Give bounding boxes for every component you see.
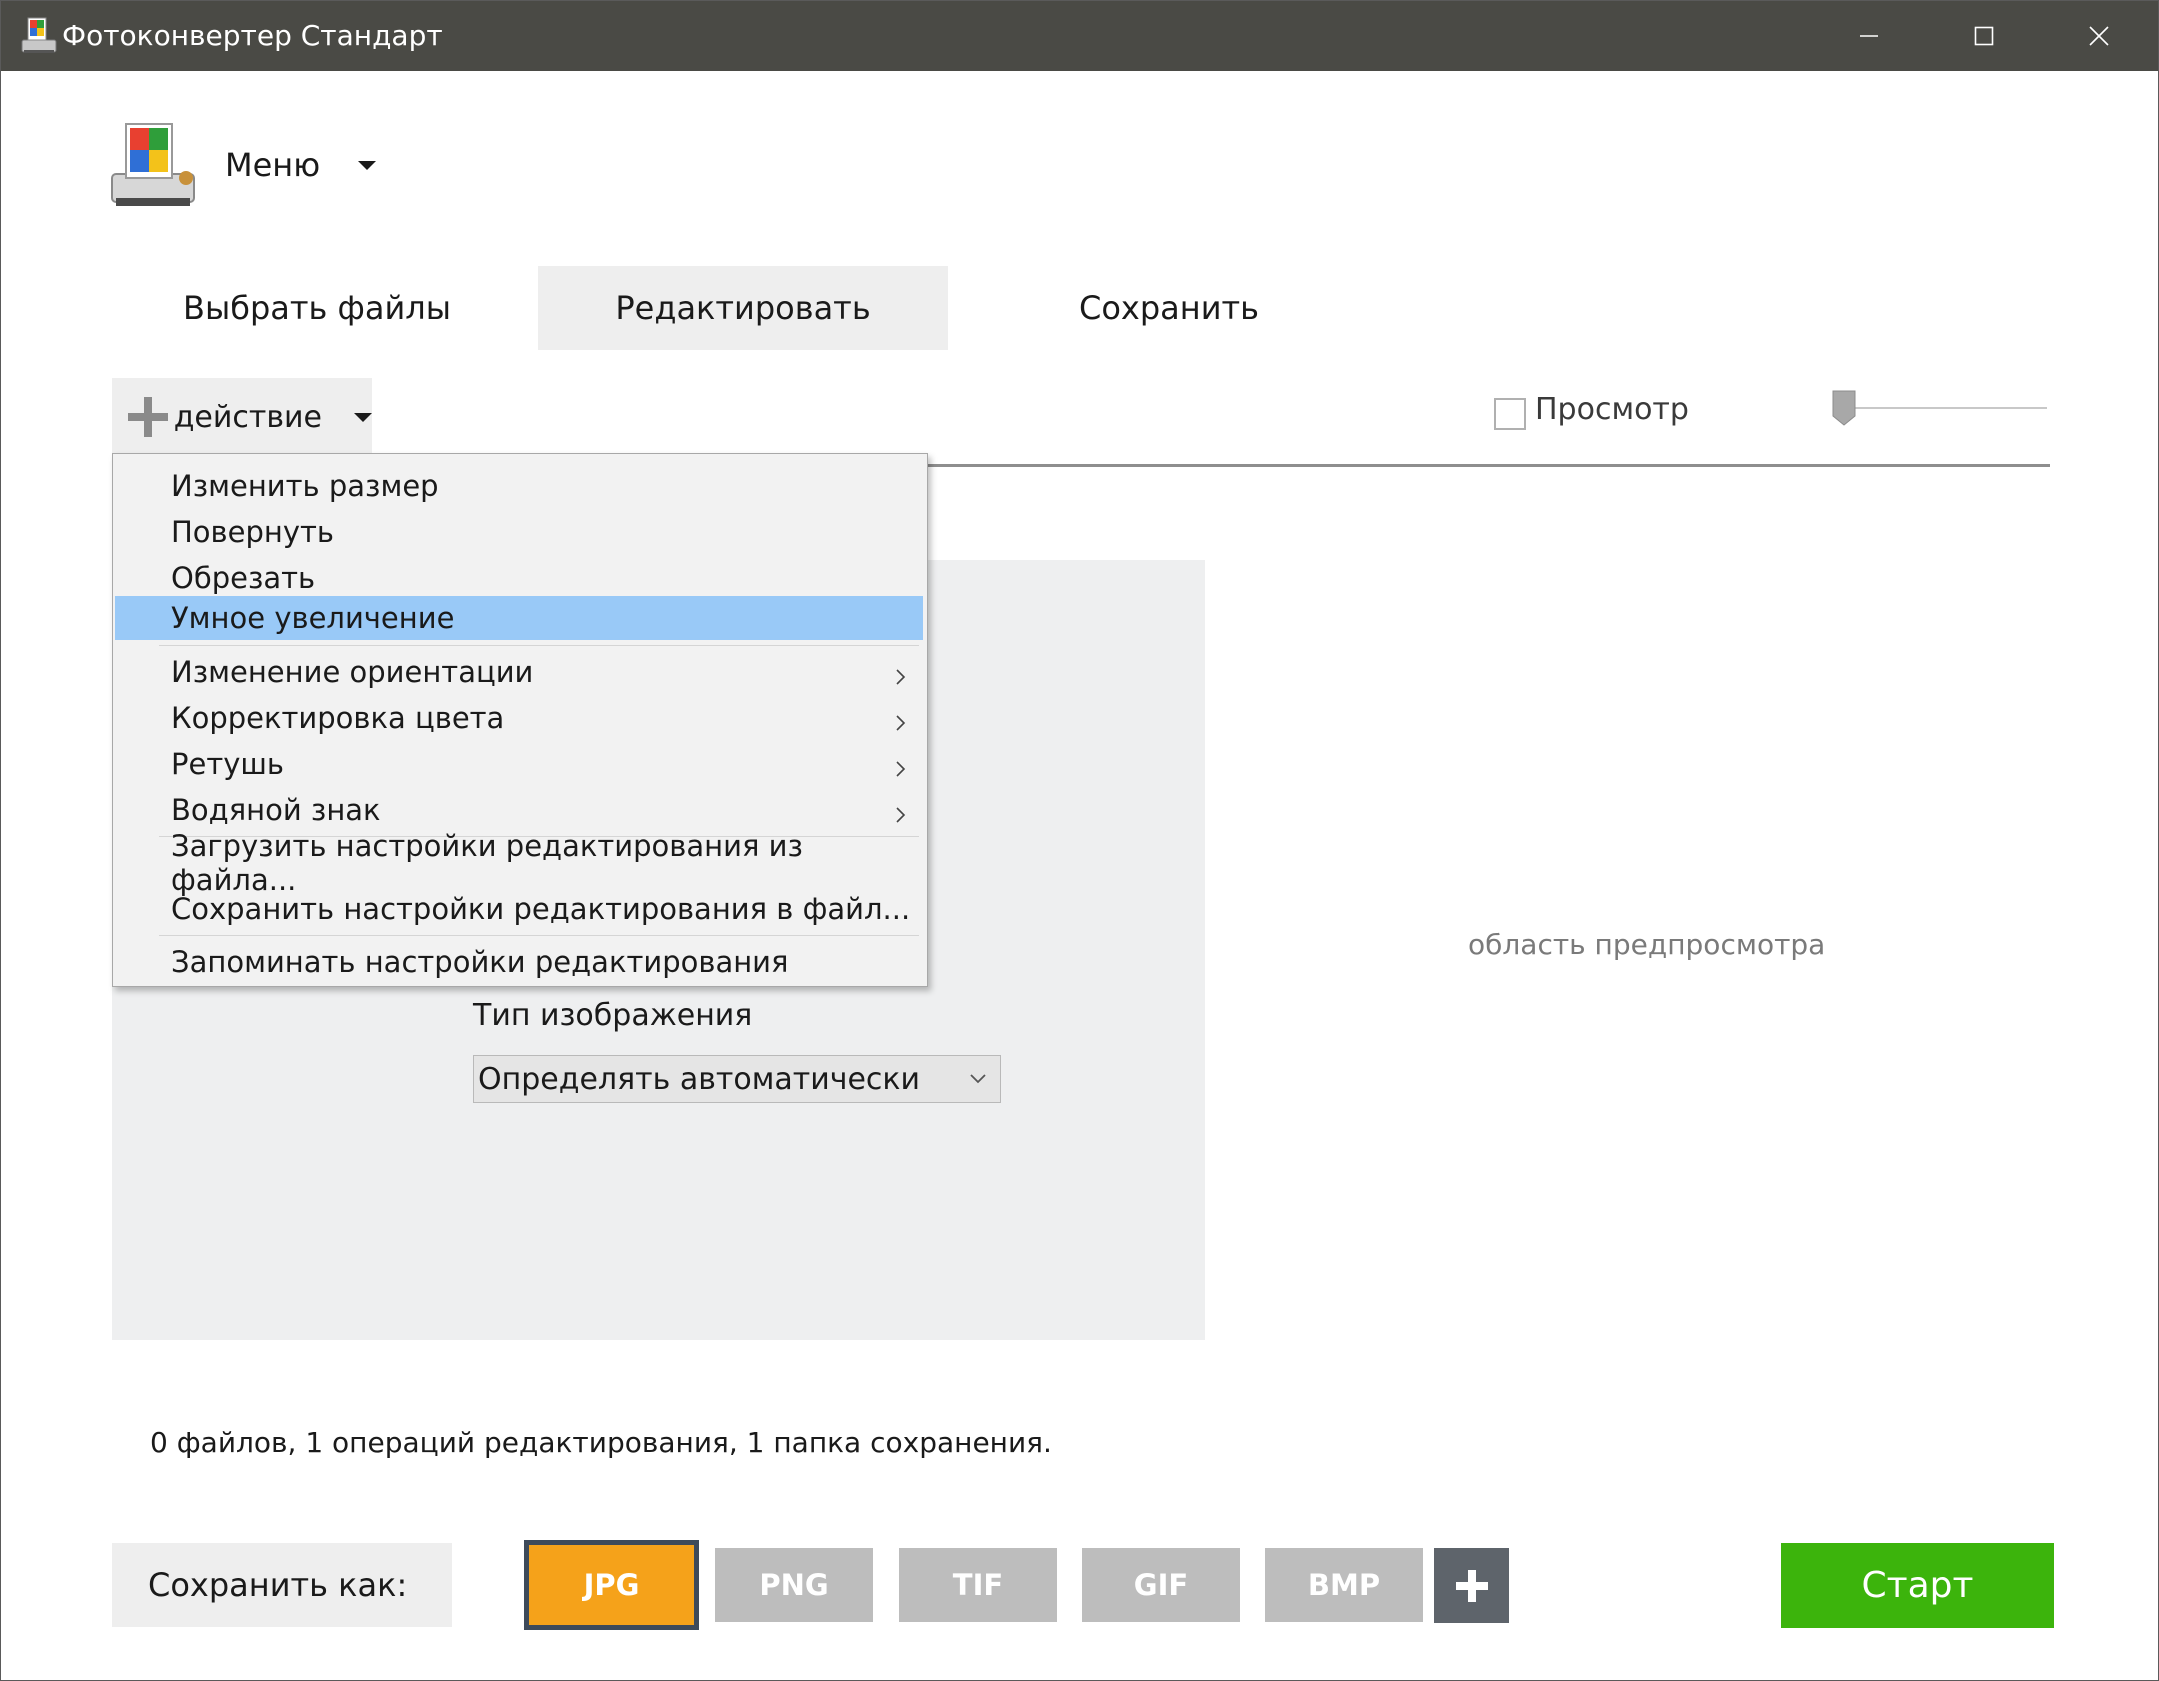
add-action-button[interactable]: действие [112, 378, 372, 456]
plus-icon [128, 397, 168, 437]
app-icon [20, 14, 58, 56]
menu-item-remember-settings[interactable]: Запоминать настройки редактирования [115, 940, 923, 984]
tab-save[interactable]: Сохранить [964, 266, 1374, 350]
start-button[interactable]: Старт [1781, 1543, 2054, 1628]
chevron-down-icon [966, 1066, 990, 1090]
menu-item-retouch[interactable]: Ретушь [115, 742, 923, 786]
chevron-right-icon [891, 799, 911, 823]
menu-item-label: Корректировка цвета [171, 701, 505, 735]
main-menu-label: Меню [225, 146, 321, 184]
menu-item-label: Водяной знак [171, 793, 381, 827]
menu-item-label: Ретушь [171, 747, 285, 781]
menu-item-label: Изменить размер [171, 469, 439, 503]
menu-item-orientation[interactable]: Изменение ориентации [115, 650, 923, 694]
menu-item-label: Повернуть [171, 515, 334, 549]
chevron-right-icon [891, 753, 911, 777]
menu-item-label: Запоминать настройки редактирования [171, 945, 789, 979]
preview-area-placeholder: область предпросмотра [1468, 928, 1826, 961]
window-title: Фотоконвертер Стандарт [62, 19, 443, 52]
image-type-label: Тип изображения [473, 998, 753, 1033]
add-format-button[interactable] [1434, 1548, 1509, 1623]
format-jpg-button[interactable]: JPG [524, 1540, 699, 1630]
menu-item-watermark[interactable]: Водяной знак [115, 788, 923, 832]
image-type-value: Определять автоматически [478, 1061, 921, 1097]
menu-item-rotate[interactable]: Повернуть [115, 510, 923, 554]
menu-separator [159, 935, 919, 936]
menu-item-color-correction[interactable]: Корректировка цвета [115, 696, 923, 740]
menu-separator [159, 645, 919, 646]
format-tif-button[interactable]: TIF [899, 1548, 1057, 1622]
app-logo [108, 118, 198, 210]
add-action-label: действие [173, 399, 322, 435]
menu-item-crop[interactable]: Обрезать [115, 556, 923, 600]
zoom-slider-track[interactable] [1845, 407, 2047, 409]
chevron-down-icon [354, 412, 372, 422]
save-as-label: Сохранить как: [148, 1566, 408, 1604]
minimize-button[interactable] [1811, 0, 1926, 71]
menu-item-load-settings[interactable]: Загрузить настройки редактирования из фа… [115, 829, 923, 897]
main-menu-button[interactable]: Меню [225, 130, 377, 200]
maximize-button[interactable] [1926, 0, 2041, 71]
status-text: 0 файлов, 1 операций редактирования, 1 п… [150, 1426, 1052, 1459]
menu-item-label: Умное увеличение [171, 601, 455, 635]
format-png-button[interactable]: PNG [715, 1548, 873, 1622]
chevron-down-icon [358, 160, 377, 170]
zoom-slider-thumb[interactable] [1832, 390, 1856, 426]
menu-item-label: Изменение ориентации [171, 655, 534, 689]
image-type-select[interactable]: Определять автоматически [473, 1055, 1001, 1103]
format-bmp-button[interactable]: BMP [1265, 1548, 1423, 1622]
chevron-right-icon [891, 707, 911, 731]
menu-item-label: Сохранить настройки редактирования в фай… [171, 892, 911, 926]
save-as-label-box: Сохранить как: [112, 1543, 452, 1627]
title-bar: Фотоконвертер Стандарт [0, 0, 2159, 71]
menu-item-label: Обрезать [171, 561, 316, 595]
tab-select-files[interactable]: Выбрать файлы [112, 266, 522, 350]
chevron-right-icon [891, 661, 911, 685]
plus-icon [1455, 1569, 1488, 1602]
preview-checkbox[interactable] [1494, 398, 1526, 430]
action-dropdown-menu: Изменить размер Повернуть Обрезать Умное… [112, 453, 928, 987]
close-button[interactable] [2041, 0, 2156, 71]
tab-edit[interactable]: Редактировать [538, 266, 948, 350]
menu-item-save-settings[interactable]: Сохранить настройки редактирования в фай… [115, 887, 923, 931]
menu-item-smart-upscale[interactable]: Умное увеличение [115, 596, 923, 640]
format-gif-button[interactable]: GIF [1082, 1548, 1240, 1622]
menu-item-resize[interactable]: Изменить размер [115, 464, 923, 508]
preview-checkbox-label[interactable]: Просмотр [1535, 392, 1689, 427]
